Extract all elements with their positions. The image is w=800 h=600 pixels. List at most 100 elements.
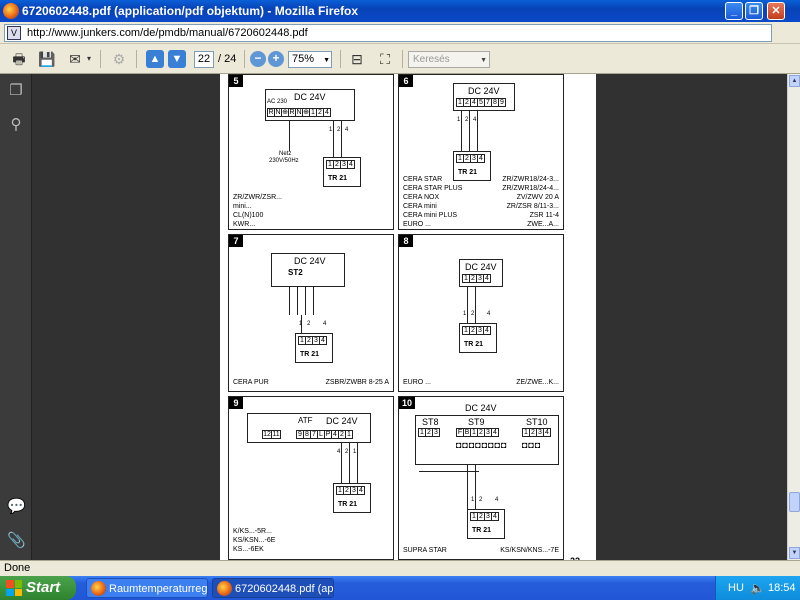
tr21-cells: 1 2 3 4 bbox=[298, 336, 327, 345]
collaborate-icon[interactable]: ⚙ bbox=[108, 48, 130, 70]
wire bbox=[419, 471, 479, 472]
speaker-icon[interactable]: 🔈 bbox=[750, 581, 765, 595]
caption: ZR/ZWR/ZSR... bbox=[233, 194, 282, 201]
caption-list: ZR/ZWR/ZSR... mini... CL(N)100 KWR... bbox=[233, 193, 282, 229]
boiler-terminal-block: ATF DC 24V 12 11 9 8 7 L P 4 2 1 bbox=[247, 413, 371, 443]
terminal-cells: 1 2 3 4 bbox=[462, 274, 491, 283]
cell: 4 bbox=[483, 274, 491, 283]
taskbar-item[interactable]: Raumtemperaturregl... bbox=[86, 578, 208, 598]
save-icon[interactable]: 💾 bbox=[36, 48, 58, 70]
vertical-scrollbar[interactable]: ▲ ▼ bbox=[787, 74, 800, 560]
taskbar-item-label: 6720602448.pdf (ap... bbox=[235, 583, 334, 595]
zoom-out-button[interactable]: − bbox=[250, 51, 266, 67]
mains-wire bbox=[289, 121, 290, 151]
toolbar-separator bbox=[244, 50, 245, 68]
wire bbox=[461, 111, 462, 151]
title-bar[interactable]: 6720602448.pdf (application/pdf objektum… bbox=[0, 0, 800, 22]
wire bbox=[469, 111, 470, 151]
wire-number: 4 bbox=[323, 321, 327, 327]
fit-page-icon[interactable]: ⊟ bbox=[346, 48, 368, 70]
document-view[interactable]: 5 DC 24V AC 230 R N ⊕ R N ⊕ 1 2 4 Netz 2… bbox=[33, 74, 787, 560]
caption: ZR/ZWR18/24-4... bbox=[502, 185, 559, 192]
wire-number: 2 bbox=[471, 311, 475, 317]
firefox-icon bbox=[217, 581, 232, 596]
navigation-bar: V http://www.junkers.com/de/pmdb/manual/… bbox=[0, 22, 800, 63]
cell: 4 bbox=[477, 154, 485, 163]
language-indicator[interactable]: HU bbox=[728, 582, 744, 594]
binoculars-icon[interactable]: ⚲ bbox=[7, 116, 25, 134]
caption-list-right: ZR/ZWR18/24-3... ZR/ZWR18/24-4... ZV/ZWV… bbox=[502, 175, 559, 229]
st2-label: ST2 bbox=[288, 268, 303, 277]
full-screen-icon[interactable]: ⛶ bbox=[374, 48, 396, 70]
wire bbox=[475, 465, 476, 509]
url-text[interactable]: http://www.junkers.com/de/pmdb/manual/67… bbox=[27, 27, 308, 39]
panel-number: 8 bbox=[399, 235, 413, 247]
boiler-terminal-block: ST8 ST9 ST10 1 2 3 F B 1 2 3 4 1 2 3 4 ◘… bbox=[415, 415, 559, 465]
wire bbox=[467, 465, 468, 509]
print-icon[interactable]: 🖶 bbox=[8, 48, 30, 70]
status-text: Done bbox=[4, 562, 31, 574]
site-identity-icon[interactable]: V bbox=[7, 26, 21, 40]
wire-number: 1 bbox=[457, 117, 461, 123]
tr21-controller: 1 2 3 4 TR 21 bbox=[323, 157, 361, 187]
page-number-input[interactable]: 22 bbox=[194, 51, 214, 68]
cell: 4 bbox=[491, 512, 499, 521]
diagram-panel-5: 5 DC 24V AC 230 R N ⊕ R N ⊕ 1 2 4 Netz 2… bbox=[228, 74, 394, 230]
zoom-select[interactable]: 75% ▼ bbox=[288, 51, 332, 68]
tr21-cells: 1 2 3 4 bbox=[462, 326, 491, 335]
next-page-button[interactable]: ▼ bbox=[168, 50, 186, 68]
cell: 4 bbox=[543, 428, 551, 437]
attachments-icon[interactable]: 📎 bbox=[7, 532, 26, 550]
caption: mini... bbox=[233, 203, 252, 210]
tr21-label: TR 21 bbox=[464, 341, 484, 348]
connector-pins: ◘◘◘◘◘◘◘◘ bbox=[456, 440, 508, 450]
firefox-icon bbox=[3, 3, 19, 19]
wire bbox=[313, 287, 314, 315]
scroll-thumb[interactable] bbox=[789, 492, 800, 512]
zoom-in-button[interactable]: + bbox=[268, 51, 284, 67]
scroll-down-button[interactable]: ▼ bbox=[789, 547, 800, 559]
panel-number: 9 bbox=[229, 397, 243, 409]
minimize-button[interactable]: _ bbox=[725, 2, 743, 20]
email-dropdown-icon[interactable]: ▾ bbox=[84, 48, 94, 70]
atf-label: ATF bbox=[298, 416, 313, 425]
cell: 9 bbox=[498, 98, 506, 107]
wire bbox=[341, 443, 342, 483]
diagram-panel-10: 10 DC 24V ST8 ST9 ST10 1 2 3 F B 1 2 3 4… bbox=[398, 396, 564, 560]
ac-label: AC 230 bbox=[267, 99, 288, 105]
start-button[interactable]: Start bbox=[0, 576, 76, 600]
wire-number: 4 bbox=[495, 497, 499, 503]
tr21-cells: 1 2 3 4 bbox=[326, 160, 355, 169]
caption: EURO ... bbox=[403, 221, 432, 228]
caption: ZR/ZSR 8/11-3... bbox=[506, 203, 559, 210]
comments-icon[interactable]: 💬 bbox=[7, 498, 26, 516]
caption-left: CERA PUR bbox=[233, 379, 269, 386]
chevron-down-icon: ▼ bbox=[323, 57, 330, 64]
st8-cells: 1 2 3 bbox=[418, 428, 440, 437]
cell: 11 bbox=[271, 430, 281, 439]
wire-number: 2 bbox=[465, 117, 469, 123]
tr21-label: TR 21 bbox=[328, 175, 348, 182]
maximize-button[interactable]: ❐ bbox=[745, 2, 763, 20]
caption: CERA mini bbox=[403, 203, 437, 210]
scroll-up-button[interactable]: ▲ bbox=[789, 75, 800, 87]
toolbar-separator bbox=[340, 50, 341, 68]
taskbar-item-active[interactable]: 6720602448.pdf (ap... bbox=[212, 578, 334, 598]
previous-page-button[interactable]: ▲ bbox=[146, 50, 164, 68]
boiler-terminal-block: DC 24V ST2 bbox=[271, 253, 345, 287]
tr21-label: TR 21 bbox=[472, 527, 492, 534]
diagram-panel-6: 6 DC 24V 1 2 4 5 7 8 9 1 2 4 1 2 3 4 TR … bbox=[398, 74, 564, 230]
toolbar-separator bbox=[136, 50, 137, 68]
pages-icon[interactable]: ❐ bbox=[7, 82, 25, 100]
search-input[interactable]: Keresés ▼ bbox=[408, 51, 490, 68]
close-button[interactable]: ✕ bbox=[767, 2, 785, 20]
panel-header: DC 24V bbox=[468, 86, 500, 96]
clock[interactable]: 18:54 bbox=[768, 582, 796, 594]
st9-cells: F B 1 2 3 4 bbox=[456, 428, 499, 437]
address-bar[interactable]: V http://www.junkers.com/de/pmdb/manual/… bbox=[4, 24, 772, 42]
st10-label: ST10 bbox=[526, 417, 548, 427]
panel-header: DC 24V bbox=[465, 262, 497, 272]
email-icon[interactable]: ✉ bbox=[64, 48, 86, 70]
terminal-cells: 1 2 4 5 7 8 9 bbox=[456, 98, 506, 107]
diagram-panel-8: 8 DC 24V 1 2 3 4 1 2 4 1 2 3 4 TR 21 EUR… bbox=[398, 234, 564, 392]
